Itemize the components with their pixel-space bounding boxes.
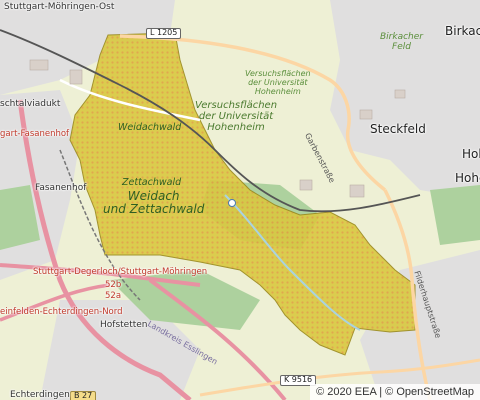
place-label-steckfeld: Steckfeld	[370, 122, 426, 136]
attribution-osm-link[interactable]: © OpenStreetMap	[385, 386, 474, 398]
building	[29, 59, 49, 71]
area-label-birkacher-feld: Birkacher Feld	[380, 32, 423, 52]
building	[69, 69, 83, 85]
place-label-hofstetten: Hofstetten	[100, 320, 148, 330]
attribution-separator: |	[379, 386, 383, 398]
map-base	[0, 0, 480, 400]
place-label-birkach: Birkach	[445, 24, 480, 38]
forest-label-zettachwald: Zettachwald	[122, 177, 182, 188]
forest-label-weidach-zettachwald: Weidach und Zettachwald	[103, 189, 205, 217]
map-attribution: © 2020 EEA | © OpenStreetMap	[310, 384, 480, 400]
place-label-schtalviadukt: schtalviadukt	[0, 99, 61, 109]
building	[394, 89, 406, 99]
exit-label-52a: 52a	[105, 291, 122, 301]
area-label-versuchsflachen-big: Versuchsflächen der Universität Hohenhei…	[195, 100, 278, 133]
road-label-fasanenhof: gart-Fasanenhof	[0, 129, 70, 139]
road-label-degerloch: Stuttgart-Degerloch/Stuttgart-Möhringen	[33, 267, 208, 277]
place-label-hohe: Hohe	[455, 171, 480, 185]
place-label-hoh: Hoh	[462, 147, 480, 161]
water-point-icon	[228, 199, 236, 207]
building	[349, 184, 365, 198]
place-label-mohringen-ost: Stuttgart-Möhringen-Ost	[4, 2, 115, 12]
attribution-eea: © 2020 EEA	[316, 386, 377, 398]
forest-label-weidachwald: Weidachwald	[118, 122, 182, 133]
building	[359, 109, 373, 120]
area-label-versuchsflachen-small: Versuchsflächen der Universität Hohenhei…	[245, 69, 311, 96]
road-shield-l1205: L 1205	[146, 28, 182, 39]
road-shield-b27: B 27	[70, 391, 97, 400]
road-label-leinfelden: einfelden-Echterdingen-Nord	[0, 307, 123, 317]
map-view[interactable]: Stuttgart-Möhringen-Ost L 1205 Birkach B…	[0, 0, 480, 400]
exit-label-52b: 52b	[105, 280, 122, 290]
place-label-echterdingen: Echterdingen	[10, 390, 70, 400]
building	[299, 179, 313, 191]
place-label-fasanenhof: Fasanenhof	[35, 183, 87, 193]
